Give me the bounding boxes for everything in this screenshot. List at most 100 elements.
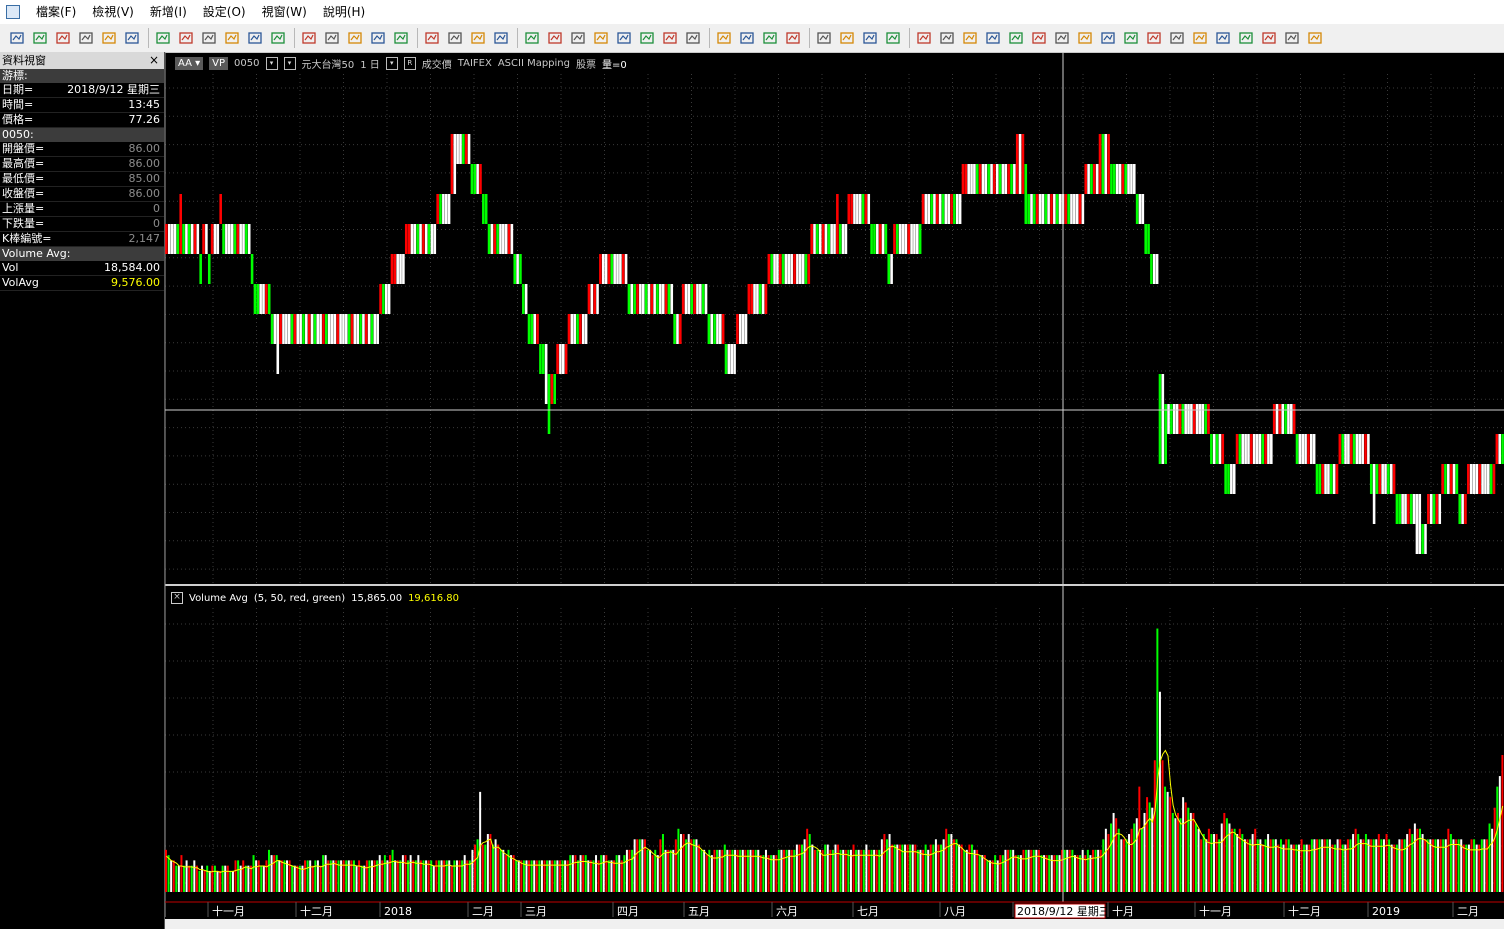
- close-indicator-icon[interactable]: ×: [171, 592, 183, 604]
- volume-icon[interactable]: [638, 29, 656, 47]
- price-bar: [830, 224, 833, 254]
- price-bar: [1090, 164, 1093, 194]
- crosshair-icon[interactable]: [738, 29, 756, 47]
- rotate-icon[interactable]: [1237, 29, 1255, 47]
- ohlc-icon[interactable]: [492, 29, 510, 47]
- chart-area[interactable]: 十一月 十二月 2018 二月 三月 四月 五月 六月 七月 八月 2018/9/12 星期三 十月 十…: [165, 52, 1504, 929]
- down-arrow-icon[interactable]: [1053, 29, 1071, 47]
- print-icon[interactable]: [154, 29, 172, 47]
- price-bar: [807, 254, 811, 284]
- zigzag-icon[interactable]: [569, 29, 587, 47]
- menu-help[interactable]: 說明(H): [315, 0, 373, 24]
- save-icon[interactable]: [54, 29, 72, 47]
- close-doc-icon[interactable]: [77, 29, 95, 47]
- volume-bar: [414, 860, 417, 892]
- image-icon[interactable]: [861, 29, 879, 47]
- chart-canvas[interactable]: 十一月 十二月 2018 二月 三月 四月 五月 六月 七月 八月 2018/9/12 星期三 十月 十…: [165, 52, 1504, 919]
- kagi-icon[interactable]: [661, 29, 679, 47]
- volume-bar: [795, 844, 798, 892]
- price-bar: [173, 224, 177, 254]
- insert-drawing-icon[interactable]: [346, 29, 364, 47]
- app-icon[interactable]: [6, 5, 20, 19]
- new-chart-icon[interactable]: [8, 29, 26, 47]
- menu-settings[interactable]: 設定(O): [195, 0, 254, 24]
- price-bar: [210, 224, 214, 254]
- line-icon[interactable]: [523, 29, 541, 47]
- r-dropdown-icon[interactable]: R: [403, 56, 416, 70]
- up-arrow-icon[interactable]: [1030, 29, 1048, 47]
- doc-icon[interactable]: [123, 29, 141, 47]
- candlestick-icon[interactable]: [469, 29, 487, 47]
- symbol-dropdown-icon[interactable]: ▾: [265, 56, 278, 70]
- volume-bar: [721, 849, 724, 892]
- zigzag-icon[interactable]: [546, 29, 564, 47]
- price-bar: [1398, 494, 1402, 524]
- zoom-in-icon[interactable]: [984, 29, 1002, 47]
- hand-icon[interactable]: [1306, 29, 1324, 47]
- strategy-icon[interactable]: [392, 29, 410, 47]
- volume-bar: [965, 849, 968, 892]
- volume-bar: [569, 855, 572, 892]
- menu-view[interactable]: 檢視(V): [84, 0, 142, 24]
- volume-bar: [770, 855, 773, 892]
- bar-chart-icon[interactable]: [446, 29, 464, 47]
- trendline-icon[interactable]: [815, 29, 833, 47]
- price-bar: [1170, 404, 1173, 434]
- left-arrow-icon[interactable]: [1076, 29, 1094, 47]
- scroll-right-icon[interactable]: [938, 29, 956, 47]
- volume-bar: [922, 849, 925, 892]
- report-icon[interactable]: [246, 29, 264, 47]
- menu-window[interactable]: 視窗(W): [254, 0, 315, 24]
- volume-bar: [1102, 839, 1105, 892]
- renko-icon[interactable]: [684, 29, 702, 47]
- cross-icon[interactable]: [615, 29, 633, 47]
- data-window-title-text: 資料視窗: [2, 54, 46, 67]
- type-label: 股票: [576, 59, 596, 71]
- tool-icon[interactable]: [1122, 29, 1140, 47]
- insert-strategy-icon[interactable]: [323, 29, 341, 47]
- open-folder-icon[interactable]: [31, 29, 49, 47]
- volume-bar: [304, 860, 307, 892]
- right-arrow-icon[interactable]: [1099, 29, 1117, 47]
- chart-icon[interactable]: [223, 29, 241, 47]
- fit-icon[interactable]: [961, 29, 979, 47]
- layout-icon[interactable]: [884, 29, 902, 47]
- aa-button[interactable]: AA ▾: [175, 56, 204, 70]
- menu-insert[interactable]: 新增(I): [142, 0, 195, 24]
- volume-bar: [674, 839, 677, 892]
- volume-bar: [1138, 786, 1141, 892]
- eye-icon[interactable]: [1283, 29, 1301, 47]
- horizontal-line-icon[interactable]: [784, 29, 802, 47]
- window-icon[interactable]: [838, 29, 856, 47]
- doc-icon[interactable]: [100, 29, 118, 47]
- volume-bar: [1004, 849, 1007, 892]
- pointer-icon[interactable]: [715, 29, 733, 47]
- price-bar: [447, 194, 451, 224]
- rotate-icon[interactable]: [1214, 29, 1232, 47]
- horizontal-scrollbar[interactable]: [165, 919, 1504, 929]
- tool-icon[interactable]: [1145, 29, 1163, 47]
- interval-dropdown-icon[interactable]: ▾: [385, 56, 398, 70]
- volume-bar: [1303, 844, 1306, 892]
- pen-icon[interactable]: [369, 29, 387, 47]
- chart-icon[interactable]: [200, 29, 218, 47]
- magnify-out-icon[interactable]: [1191, 29, 1209, 47]
- price-bar: [984, 164, 988, 194]
- toolbar-separator: [294, 28, 295, 48]
- close-icon[interactable]: ×: [149, 52, 159, 69]
- report-icon[interactable]: [269, 29, 287, 47]
- rotate-icon[interactable]: [1260, 29, 1278, 47]
- vp-button[interactable]: VP: [209, 56, 229, 70]
- info-dropdown-icon[interactable]: ▾: [283, 56, 296, 70]
- print-preview-icon[interactable]: [177, 29, 195, 47]
- zoom-out-icon[interactable]: [1007, 29, 1025, 47]
- price-bar: [1221, 434, 1225, 464]
- point-figure-icon[interactable]: [592, 29, 610, 47]
- menu-file[interactable]: 檔案(F): [28, 0, 84, 24]
- volume-bar: [1498, 776, 1501, 892]
- comment-icon[interactable]: [761, 29, 779, 47]
- scroll-left-icon[interactable]: [915, 29, 933, 47]
- magnify-icon[interactable]: [1168, 29, 1186, 47]
- insert-indicator-icon[interactable]: [300, 29, 318, 47]
- calendar-icon[interactable]: [423, 29, 441, 47]
